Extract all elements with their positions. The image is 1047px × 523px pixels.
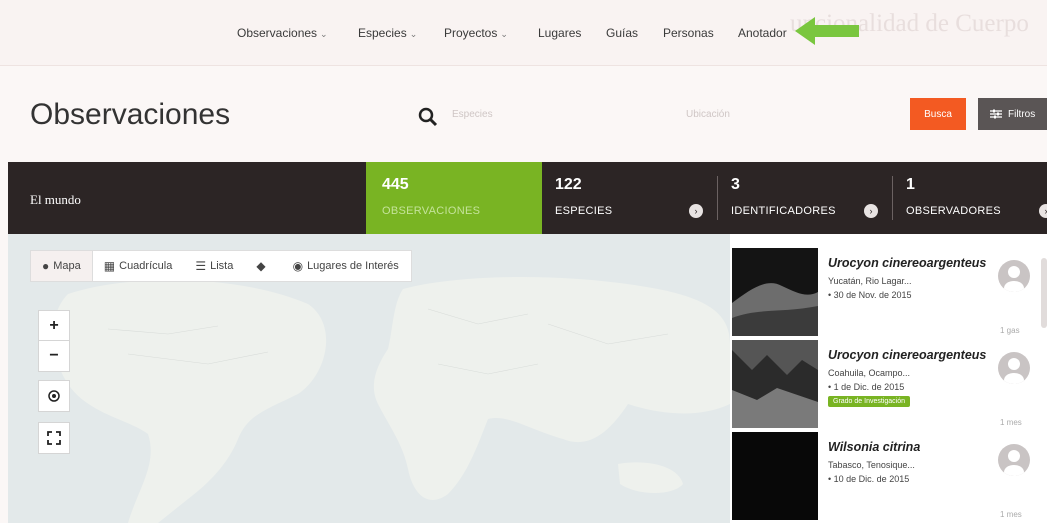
- plus-icon: +: [49, 317, 59, 334]
- nav-anotador[interactable]: Anotador: [738, 26, 787, 40]
- page-title: Observaciones: [30, 98, 231, 131]
- user-avatar[interactable]: [998, 444, 1030, 476]
- nav-especies[interactable]: Especies ⌄: [358, 26, 417, 40]
- chevron-down-icon: ⌄: [500, 29, 508, 39]
- places-of-interest-label: Lugares de Interés: [307, 260, 399, 272]
- nav-personas[interactable]: Personas: [663, 26, 714, 40]
- nav-label: Lugares: [538, 26, 582, 40]
- identifiers-label: IDENTIFICADORES: [731, 205, 836, 217]
- place-selector[interactable]: El mundo: [30, 192, 81, 208]
- nav-label: Personas: [663, 26, 714, 40]
- date-text: 30 de Nov. de 2015: [833, 290, 912, 300]
- chevron-down-icon: ⌄: [409, 29, 418, 39]
- observation-date: • 10 de Dic. de 2015: [828, 474, 910, 484]
- stats-bar: El mundo 445 OBSERVACIONES 122 ESPECIES …: [8, 162, 1047, 234]
- zoom-out-button[interactable]: −: [38, 340, 70, 372]
- tab-identifiers[interactable]: 3 IDENTIFICADORES ›: [718, 162, 894, 234]
- list-item[interactable]: Urocyon cinereoargenteus Yucatán, Rio La…: [730, 248, 1047, 340]
- tab-observers[interactable]: 1 OBSERVADORES ›: [893, 162, 1047, 234]
- zoom-in-button[interactable]: +: [38, 310, 70, 342]
- grid-icon: ▦: [103, 259, 116, 273]
- expand-icon: [47, 431, 61, 445]
- species-name-link[interactable]: Wilsonia citrina: [828, 440, 920, 454]
- observations-count: 445: [382, 176, 409, 193]
- nav-label: Proyectos: [444, 26, 498, 40]
- tab-species[interactable]: 122 ESPECIES ›: [542, 162, 718, 234]
- places-of-interest-button[interactable]: ◉ Lugares de Interés: [282, 251, 411, 281]
- observation-date: • 30 de Nov. de 2015: [828, 290, 912, 300]
- user-icon: [1004, 358, 1024, 384]
- nav-observaciones[interactable]: Observaciones ⌄: [237, 26, 328, 40]
- time-ago: 1 mes: [1000, 510, 1022, 519]
- search-icon: [418, 107, 438, 127]
- globe-icon: ◉: [292, 259, 304, 273]
- observers-count: 1: [906, 176, 915, 193]
- layers-button[interactable]: ◆: [245, 251, 281, 281]
- observation-place: Tabasco, Tenosique...: [828, 460, 915, 470]
- search-button[interactable]: Busca: [910, 98, 966, 130]
- user-icon: [1004, 266, 1024, 292]
- crosshair-icon: [48, 390, 60, 402]
- species-search-input[interactable]: [452, 100, 662, 128]
- sliders-icon: [990, 109, 1002, 119]
- nav-label: Observaciones: [237, 26, 318, 40]
- observation-photo[interactable]: [732, 432, 818, 520]
- research-grade-badge: Grado de Investigación: [828, 396, 910, 407]
- list-item[interactable]: Urocyon cinereoargenteus Coahuila, Ocamp…: [730, 340, 1047, 432]
- filters-label: Filtros: [1008, 108, 1036, 120]
- view-map-button[interactable]: ● Mapa: [31, 251, 93, 281]
- tab-observations[interactable]: 445 OBSERVACIONES: [366, 162, 542, 234]
- user-icon: [1004, 450, 1024, 476]
- view-list-button[interactable]: ☰ Lista: [184, 251, 245, 281]
- location-input[interactable]: [686, 100, 886, 128]
- nav-label: Anotador: [738, 26, 787, 40]
- time-ago: 1 mes: [1000, 418, 1022, 427]
- layers-icon: ◆: [256, 259, 266, 273]
- chevron-right-icon: ›: [689, 204, 703, 218]
- map-view-toolbar: ● Mapa ▦ Cuadrícula ☰ Lista ◆ ◉ Lugares de I…: [30, 250, 412, 282]
- arrow-left-icon: [795, 17, 859, 45]
- identifiers-count: 3: [731, 176, 740, 193]
- observation-place: Coahuila, Ocampo...: [828, 368, 911, 378]
- list-item[interactable]: Wilsonia citrina Tabasco, Tenosique... •…: [730, 432, 1047, 523]
- date-text: 10 de Dic. de 2015: [833, 474, 910, 484]
- user-avatar[interactable]: [998, 352, 1030, 384]
- observations-label: OBSERVACIONES: [382, 205, 481, 217]
- chevron-right-icon: ›: [1039, 204, 1047, 218]
- observers-label: OBSERVADORES: [906, 205, 1001, 217]
- view-list-label: Lista: [210, 260, 234, 272]
- map-area[interactable]: ● Mapa ▦ Cuadrícula ☰ Lista ◆ ◉ Lugares de I…: [8, 234, 730, 523]
- view-grid-button[interactable]: ▦ Cuadrícula: [93, 251, 185, 281]
- minus-icon: −: [49, 347, 59, 364]
- fullscreen-button[interactable]: [38, 422, 70, 454]
- species-name-link[interactable]: Urocyon cinereoargenteus: [828, 348, 986, 362]
- chevron-down-icon: ⌄: [320, 29, 328, 39]
- nav-label: Especies: [358, 26, 407, 40]
- nav-guias[interactable]: Guías: [606, 26, 638, 40]
- observation-photo[interactable]: [732, 248, 818, 336]
- user-avatar[interactable]: [998, 260, 1030, 292]
- observation-photo[interactable]: [732, 340, 818, 428]
- view-grid-label: Cuadrícula: [119, 260, 173, 272]
- observations-list: Urocyon cinereoargenteus Yucatán, Rio La…: [730, 234, 1047, 523]
- chevron-right-icon: ›: [864, 204, 878, 218]
- species-count: 122: [555, 176, 582, 193]
- species-name-link[interactable]: Urocyon cinereoargenteus: [828, 256, 986, 270]
- nav-lugares[interactable]: Lugares: [538, 26, 581, 40]
- map-pin-icon: ●: [42, 259, 50, 273]
- observation-date: • 1 de Dic. de 2015: [828, 382, 905, 392]
- observation-place: Yucatán, Rio Lagar...: [828, 276, 912, 286]
- filters-button[interactable]: Filtros: [978, 98, 1047, 130]
- locate-button[interactable]: [38, 380, 70, 412]
- date-text: 1 de Dic. de 2015: [833, 382, 905, 392]
- species-label: ESPECIES: [555, 205, 613, 217]
- nav-label: Guías: [606, 26, 639, 40]
- nav-proyectos[interactable]: Proyectos ⌄: [444, 26, 508, 40]
- view-map-label: Mapa: [53, 260, 81, 272]
- list-scrollbar[interactable]: [1041, 258, 1047, 328]
- list-icon: ☰: [195, 259, 207, 273]
- time-ago: 1 gas: [1000, 326, 1020, 335]
- top-navigation: uncionalidad de Cuerpo Observaciones ⌄ Es…: [0, 0, 1047, 66]
